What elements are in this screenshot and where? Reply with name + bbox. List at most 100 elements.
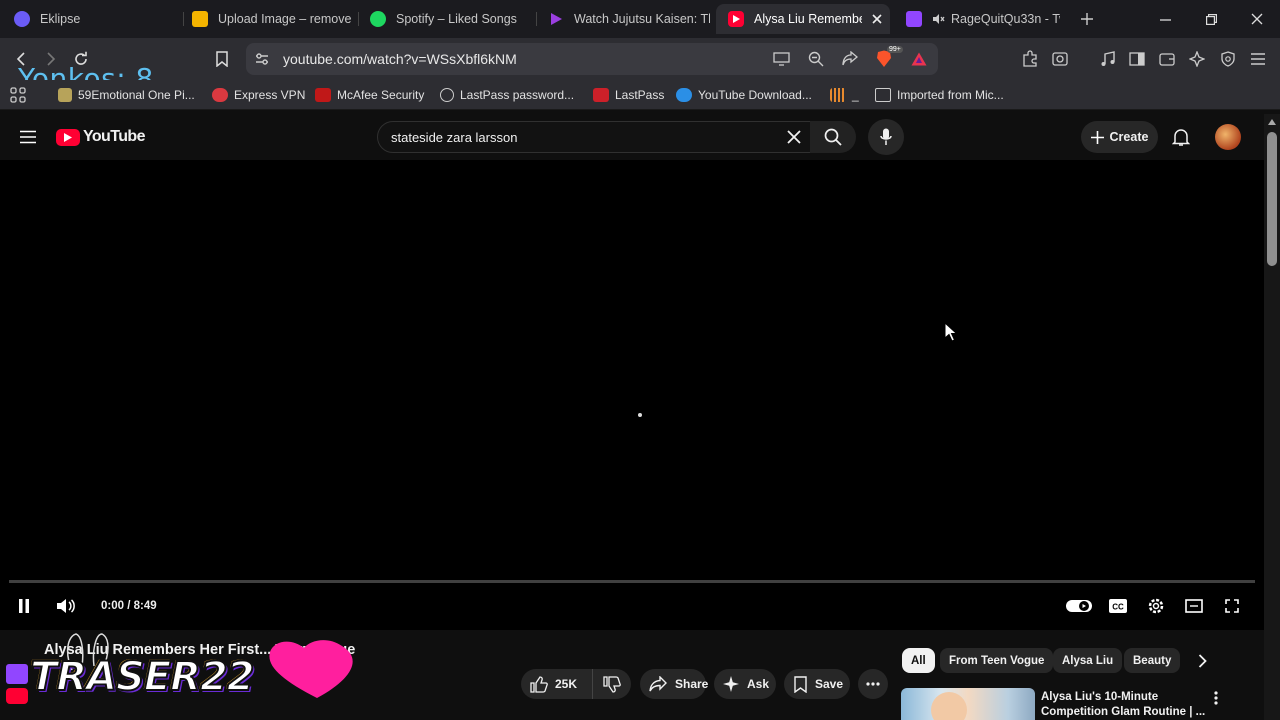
twitch-icon: [6, 664, 28, 684]
bookmark-audio[interactable]: _: [830, 86, 859, 104]
slides-icon: [192, 11, 208, 27]
search-button[interactable]: [810, 121, 856, 153]
chip-alysa-liu[interactable]: Alysa Liu: [1053, 648, 1123, 673]
url-text: youtube.com/watch?v=WSsXbfl6kNM: [283, 51, 517, 67]
twitch-icon: [906, 11, 922, 27]
apps-grid-icon[interactable]: [10, 87, 27, 104]
spotify-icon: [370, 11, 386, 27]
bookmark-folder-imported[interactable]: Imported from Mic...: [875, 86, 1004, 104]
page-scrollbar[interactable]: [1264, 114, 1280, 720]
menu-icon[interactable]: [1246, 47, 1270, 71]
clear-search-icon[interactable]: [787, 130, 801, 144]
save-bookmark-icon: [794, 675, 807, 693]
close-window-button[interactable]: [1247, 9, 1267, 29]
dislike-button[interactable]: [593, 669, 631, 699]
screenshot-icon[interactable]: [1048, 47, 1072, 71]
close-tab-icon[interactable]: [872, 14, 882, 24]
thumbnail-face: [931, 692, 967, 720]
video-player[interactable]: 0:00 / 8:49 CC: [0, 160, 1264, 630]
autoplay-toggle[interactable]: [1066, 596, 1092, 616]
tab-upload-image[interactable]: Upload Image – remove: [188, 4, 354, 34]
muted-speaker-icon[interactable]: [932, 13, 945, 25]
time-display: 0:00 / 8:49: [101, 600, 157, 612]
folder-icon: [875, 88, 891, 102]
chip-beauty[interactable]: Beauty: [1124, 648, 1181, 673]
more-actions-button[interactable]: [858, 669, 888, 699]
like-button[interactable]: 25K: [521, 669, 593, 699]
lastpass-icon: [593, 88, 609, 102]
more-vertical-icon[interactable]: [1214, 691, 1218, 705]
avatar[interactable]: [1215, 124, 1241, 150]
heart-graphic: [262, 638, 372, 705]
tab-spotify[interactable]: Spotify – Liked Songs: [364, 4, 534, 34]
new-tab-button[interactable]: [1077, 9, 1097, 29]
tab-jujutsu-kaisen[interactable]: Watch Jujutsu Kaisen: Th: [542, 4, 710, 34]
shields-badge: 99+: [887, 46, 903, 53]
bookmark-youtube-downloader[interactable]: YouTube Download...: [676, 86, 812, 104]
youtube-header: YouTube stateside zara larsson Create: [0, 114, 1264, 160]
youtube-logo[interactable]: YouTube: [56, 128, 145, 146]
minimize-button[interactable]: [1155, 9, 1175, 29]
vpn-shield-icon[interactable]: [1216, 47, 1240, 71]
streamer-watermark: TRASER22: [0, 633, 380, 720]
chip-from-teen-vogue[interactable]: From Teen Vogue: [940, 648, 1054, 673]
play-icon: [548, 11, 564, 27]
site-info-icon[interactable]: [255, 52, 269, 66]
thumbs-down-icon: [603, 675, 621, 693]
ask-button[interactable]: Ask: [714, 669, 776, 699]
progress-bar[interactable]: [9, 580, 1255, 583]
bookmark-lastpass[interactable]: LastPass: [593, 86, 664, 104]
bookmark-one-piece[interactable]: 59Emotional One Pi...: [58, 86, 195, 104]
media-music-icon[interactable]: [1096, 47, 1120, 71]
address-bar[interactable]: youtube.com/watch?v=WSsXbfl6kNM 99+: [246, 43, 938, 75]
svg-text:CC: CC: [1112, 603, 1124, 612]
bookmark-mcafee[interactable]: McAfee Security: [315, 86, 424, 104]
one-piece-icon: [58, 88, 72, 102]
loading-spinner: [638, 413, 642, 417]
video-info-section: Alysa Liu Remembers Her First... Teen Vo…: [0, 630, 1264, 720]
voice-search-button[interactable]: [868, 119, 904, 155]
notifications-bell-icon[interactable]: [1172, 128, 1190, 147]
recommended-video[interactable]: Alysa Liu's 10-Minute Competition Glam R…: [901, 688, 1231, 720]
volume-button[interactable]: [55, 596, 77, 616]
eklipse-icon: [14, 11, 30, 27]
fullscreen-button[interactable]: [1222, 596, 1242, 616]
captions-button[interactable]: CC: [1107, 596, 1129, 616]
tab-youtube-active[interactable]: Alysa Liu Remembe: [716, 4, 890, 34]
zoom-icon[interactable]: [808, 51, 824, 67]
bookmark-express-vpn[interactable]: Express VPN: [212, 86, 305, 104]
bookmark-page-button[interactable]: [210, 47, 234, 71]
sidebar-icon[interactable]: [1125, 47, 1149, 71]
video-thumbnail: [901, 688, 1035, 720]
expressvpn-icon: [212, 88, 228, 102]
scroll-up-arrow-icon[interactable]: [1268, 119, 1276, 125]
restore-button[interactable]: [1201, 9, 1221, 29]
bookmarks-bar: 59Emotional One Pi... Express VPN McAfee…: [0, 80, 1280, 110]
save-button[interactable]: Save: [784, 669, 850, 699]
pause-button[interactable]: [14, 596, 34, 616]
download-cloud-icon: [676, 88, 692, 102]
wallet-icon[interactable]: [1155, 47, 1179, 71]
tab-twitch[interactable]: RageQuitQu33n - Tw: [898, 4, 1060, 34]
leo-ai-icon[interactable]: [1185, 47, 1209, 71]
sparkle-icon: [723, 676, 739, 692]
extensions-icon[interactable]: [1018, 47, 1042, 71]
settings-gear-icon[interactable]: [1145, 596, 1167, 616]
tab-eklipse[interactable]: Eklipse: [6, 4, 181, 34]
youtube-icon: [728, 11, 744, 27]
chevron-right-icon[interactable]: [1198, 654, 1207, 668]
share-button[interactable]: Share: [640, 669, 708, 699]
chip-all[interactable]: All: [902, 648, 935, 673]
brave-rewards-icon[interactable]: [911, 52, 927, 66]
search-input[interactable]: stateside zara larsson: [377, 121, 817, 153]
theater-mode-button[interactable]: [1183, 596, 1205, 616]
cast-icon[interactable]: [773, 51, 790, 66]
share-page-icon[interactable]: [842, 51, 858, 67]
scrollbar-thumb[interactable]: [1267, 132, 1277, 266]
bookmark-lastpass-password[interactable]: LastPass password...: [440, 86, 574, 104]
hamburger-menu-icon[interactable]: [19, 130, 37, 144]
create-button[interactable]: Create: [1081, 121, 1158, 153]
recommended-title-line2: Competition Glam Routine | ...: [1041, 706, 1206, 718]
plus-icon: [1090, 130, 1104, 144]
browser-tab-strip: Eklipse Upload Image – remove Spotify – …: [0, 0, 1280, 38]
